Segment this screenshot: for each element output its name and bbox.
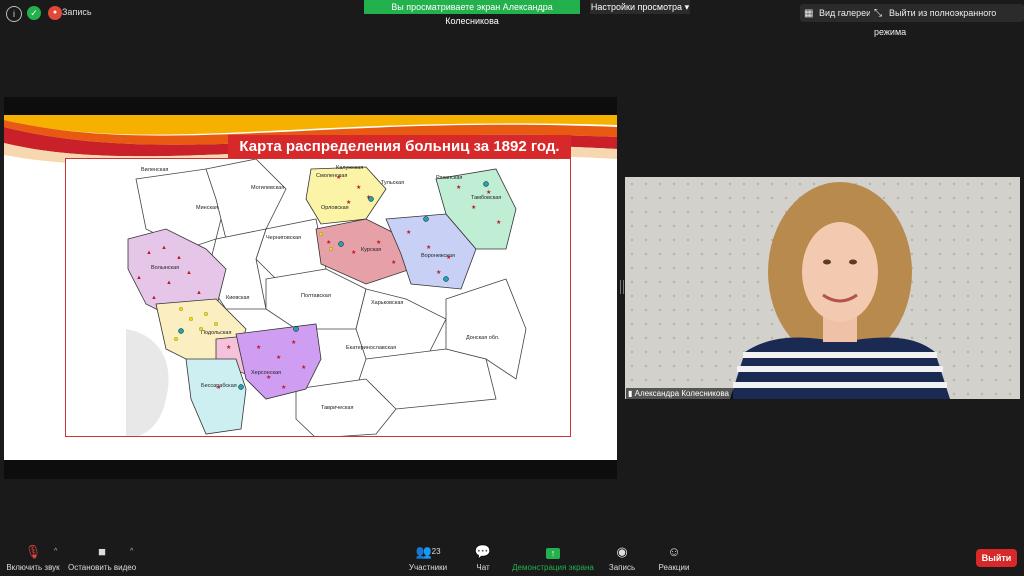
svg-text:★: ★ bbox=[326, 239, 331, 246]
participant-name: Александра Колесникова bbox=[634, 389, 729, 398]
svg-text:★: ★ bbox=[346, 199, 351, 206]
svg-text:★: ★ bbox=[281, 384, 286, 391]
region-label: Екатеринославская bbox=[346, 345, 396, 351]
leave-meeting-button[interactable]: Выйти bbox=[976, 549, 1017, 567]
svg-text:▲: ▲ bbox=[186, 270, 192, 276]
participants-label: Участники bbox=[408, 563, 448, 572]
info-icon[interactable]: i bbox=[6, 6, 22, 22]
region-label: Донская обл. bbox=[466, 335, 500, 341]
svg-text:★: ★ bbox=[471, 204, 476, 211]
participant-video[interactable] bbox=[625, 177, 1020, 399]
region-label: Курская bbox=[361, 247, 381, 253]
svg-text:▲: ▲ bbox=[136, 275, 142, 281]
hospital-map: Виленская Минская Могилевская Смоленская… bbox=[65, 158, 571, 437]
svg-text:★: ★ bbox=[456, 184, 461, 191]
region-label: Калужская bbox=[336, 165, 363, 171]
svg-text:★: ★ bbox=[446, 254, 451, 261]
svg-text:★: ★ bbox=[256, 344, 261, 351]
svg-text:★: ★ bbox=[376, 239, 381, 246]
svg-text:★: ★ bbox=[406, 229, 411, 236]
svg-text:▲: ▲ bbox=[196, 290, 202, 296]
svg-text:★: ★ bbox=[336, 174, 341, 181]
recording-label: Запись bbox=[62, 7, 92, 17]
audio-options-chevron-icon[interactable]: ^ bbox=[54, 548, 57, 555]
svg-text:★: ★ bbox=[276, 354, 281, 361]
region-label: Полтавская bbox=[301, 293, 331, 299]
svg-text:★: ★ bbox=[426, 244, 431, 251]
participants-icon: 👥 bbox=[415, 544, 432, 559]
chat-label: Чат bbox=[476, 563, 490, 572]
region-label: Киевская bbox=[226, 295, 250, 301]
share-screen-button[interactable]: ↑ Демонстрация экрана bbox=[512, 544, 594, 572]
reactions-button[interactable]: ☺ Реакции bbox=[656, 544, 692, 572]
gallery-view-label: Вид галереи bbox=[819, 8, 872, 18]
participants-button[interactable]: 👥23 Участники bbox=[406, 544, 450, 572]
svg-text:▲: ▲ bbox=[166, 280, 172, 286]
signal-icon: ▮ bbox=[628, 389, 633, 398]
svg-text:★: ★ bbox=[216, 384, 221, 391]
record-icon: ◉ bbox=[616, 544, 628, 559]
screen-share-banner: Вы просматриваете экран Александра Колес… bbox=[364, 0, 580, 26]
region-label: Орловская bbox=[321, 205, 349, 211]
participants-count: 23 bbox=[431, 547, 441, 556]
region-label: Виленская bbox=[141, 167, 168, 173]
svg-text:★: ★ bbox=[496, 219, 501, 226]
region-label: Волынская bbox=[151, 265, 179, 271]
record-button[interactable]: ◉ Запись bbox=[606, 544, 638, 572]
meeting-top-bar: i ✓ ● Запись Вы просматриваете экран Але… bbox=[0, 0, 1024, 37]
svg-text:★: ★ bbox=[436, 269, 441, 276]
recording-icon[interactable]: ● bbox=[48, 6, 62, 20]
emoji-icon: ☺ bbox=[667, 544, 681, 559]
camera-icon: ■ bbox=[98, 544, 106, 559]
region-label: Могилевская bbox=[251, 185, 284, 191]
shield-icon[interactable]: ✓ bbox=[27, 6, 41, 20]
svg-text:▲: ▲ bbox=[146, 250, 152, 256]
region-label: Подольская bbox=[201, 330, 231, 336]
share-screen-label: Демонстрация экрана bbox=[512, 563, 594, 572]
slide-title: Карта распределения больниц за 1892 год. bbox=[228, 135, 571, 159]
svg-text:▲: ▲ bbox=[161, 245, 167, 251]
gallery-view-button[interactable]: ▦ Вид галереи bbox=[800, 4, 878, 22]
reactions-label: Реакции bbox=[658, 563, 690, 572]
region-label: Черниговская bbox=[266, 235, 301, 241]
share-screen-icon: ↑ bbox=[512, 544, 594, 560]
svg-text:★: ★ bbox=[486, 189, 491, 196]
svg-text:★: ★ bbox=[266, 374, 271, 381]
stop-video-button[interactable]: ■ Остановить видео bbox=[68, 544, 136, 572]
svg-text:▲: ▲ bbox=[176, 255, 182, 261]
participant-name-tag: ▮ Александра Колесникова bbox=[626, 388, 733, 399]
view-options-button[interactable]: Настройки просмотра ▾ bbox=[590, 0, 690, 14]
stop-video-label: Остановить видео bbox=[68, 563, 137, 572]
chat-button[interactable]: 💬 Чат bbox=[470, 544, 496, 572]
map-svg: Виленская Минская Могилевская Смоленская… bbox=[126, 159, 527, 436]
region-label: Рязанская bbox=[436, 175, 462, 181]
region-label: Харьковская bbox=[371, 300, 403, 306]
unmute-label: Включить звук bbox=[6, 563, 60, 572]
svg-text:★: ★ bbox=[391, 259, 396, 266]
exit-fullscreen-button[interactable]: ⤡ Выйти из полноэкранного режима bbox=[870, 4, 1024, 37]
record-label: Запись bbox=[608, 563, 636, 572]
exit-fullscreen-label: Выйти из полноэкранного режима bbox=[874, 8, 997, 37]
region-label: Смоленская bbox=[316, 173, 347, 179]
region-label: Минская bbox=[196, 205, 218, 211]
region-label: Таврическая bbox=[321, 405, 353, 411]
svg-text:★: ★ bbox=[356, 184, 361, 191]
chevron-down-icon: ▾ bbox=[684, 2, 690, 12]
svg-text:★: ★ bbox=[291, 339, 296, 346]
participant-photo bbox=[625, 177, 1020, 399]
region-label: Тульская bbox=[381, 180, 404, 186]
video-options-chevron-icon[interactable]: ^ bbox=[130, 548, 133, 555]
splitter-handle[interactable] bbox=[620, 280, 624, 294]
svg-text:▲: ▲ bbox=[151, 295, 157, 301]
chat-icon: 💬 bbox=[474, 544, 492, 559]
svg-text:★: ★ bbox=[226, 344, 231, 351]
grid-icon: ▦ bbox=[804, 8, 814, 19]
exit-fullscreen-icon: ⤡ bbox=[874, 8, 882, 19]
svg-text:★: ★ bbox=[301, 364, 306, 371]
view-options-label: Настройки просмотра bbox=[590, 2, 683, 12]
svg-text:★: ★ bbox=[351, 249, 356, 256]
